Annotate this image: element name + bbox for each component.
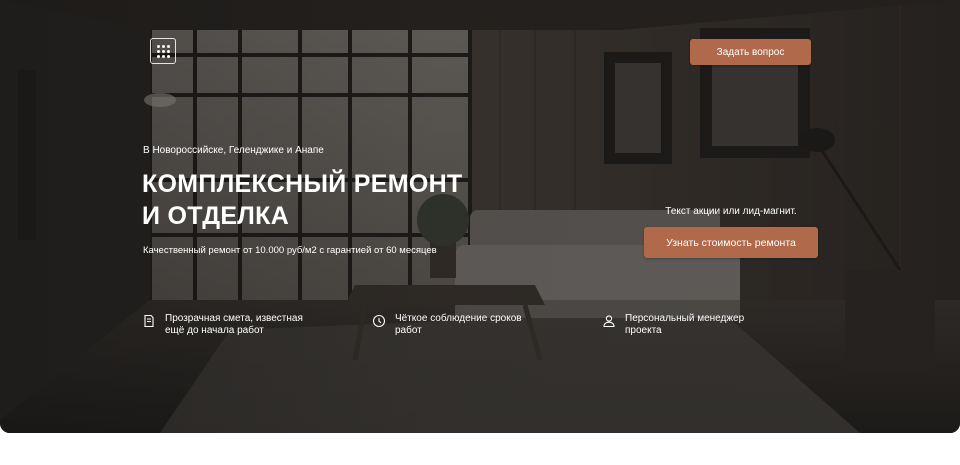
page: Задать вопрос В Новороссийске, Геленджик… [0, 0, 960, 465]
hero-section: Задать вопрос В Новороссийске, Геленджик… [0, 0, 960, 433]
get-cost-button[interactable]: Узнать стоимость ремонта [644, 227, 818, 258]
promo-text: Текст акции или лид-магнит. [665, 206, 797, 217]
hero-title-line-1: КОМПЛЕКСНЫЙ РЕМОНТ [142, 170, 463, 198]
feature-text: Персональный менеджер проекта [625, 313, 745, 336]
feature-item-manager: Персональный менеджер проекта [602, 313, 775, 337]
hero-title-line-2: И ОТДЕЛКА [142, 202, 290, 230]
feature-text: Чёткое соблюдение сроков работ [395, 313, 522, 336]
clock-icon [372, 314, 386, 328]
location-text: В Новороссийске, Геленджике и Анапе [143, 145, 324, 156]
ask-question-button[interactable]: Задать вопрос [690, 39, 811, 65]
hero-subtitle: Качественный ремонт от 10.000 руб/м2 с г… [143, 245, 437, 256]
feature-text: Прозрачная смета, известная ещё до начал… [165, 313, 303, 336]
menu-button[interactable] [150, 38, 176, 64]
person-icon [603, 315, 615, 328]
hero-title: КОМПЛЕКСНЫЙ РЕМОНТ И ОТДЕЛКА [142, 168, 463, 232]
document-icon [144, 314, 154, 328]
grid-dots-icon [156, 44, 170, 58]
feature-item-deadlines: Чёткое соблюдение сроков работ [372, 313, 545, 337]
feature-item-estimate: Прозрачная смета, известная ещё до начал… [142, 313, 315, 337]
